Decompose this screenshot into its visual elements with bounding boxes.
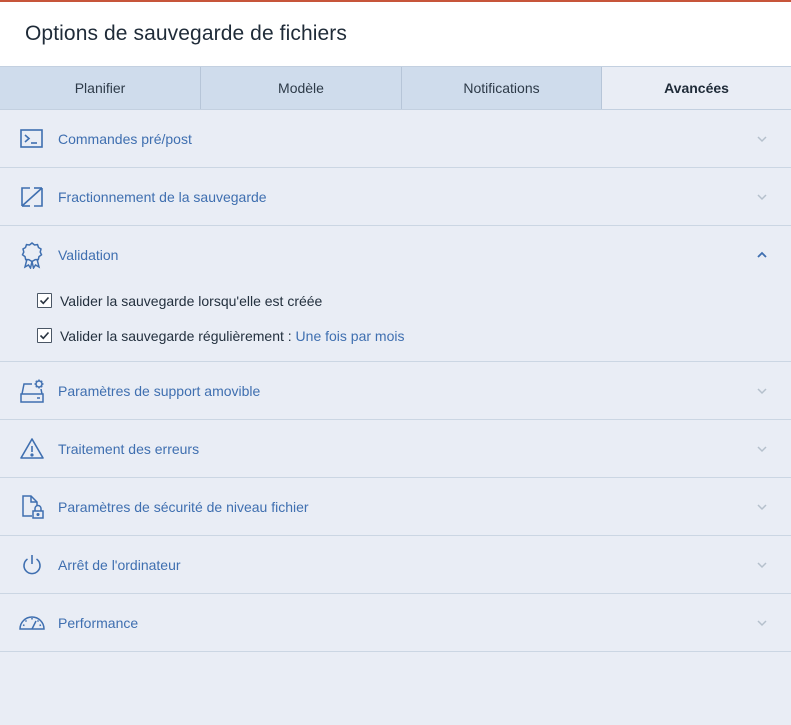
- section-label: Paramètres de support amovible: [58, 383, 261, 399]
- tab-planifier[interactable]: Planifier: [0, 67, 201, 109]
- chevron-down-icon[interactable]: [755, 500, 769, 514]
- validation-options: Valider la sauvegarde lorsqu'elle est cr…: [0, 283, 791, 361]
- page-title: Options de sauvegarde de fichiers: [25, 22, 347, 45]
- removable-drive-icon: [18, 377, 46, 405]
- section-label: Arrêt de l'ordinateur: [58, 557, 181, 573]
- validate-on-create-label: Valider la sauvegarde lorsqu'elle est cr…: [60, 293, 323, 309]
- gauge-icon: [18, 609, 46, 637]
- chevron-up-icon[interactable]: [755, 248, 769, 262]
- section-header-performance[interactable]: Performance: [0, 594, 791, 651]
- validate-on-create-checkbox[interactable]: [37, 293, 52, 308]
- badge-icon: [18, 241, 46, 269]
- section-performance: Performance: [0, 594, 791, 652]
- section-label: Fractionnement de la sauvegarde: [58, 189, 267, 205]
- section-label: Performance: [58, 615, 139, 631]
- tab-notifications[interactable]: Notifications: [402, 67, 602, 109]
- warning-icon: [18, 435, 46, 463]
- chevron-down-icon[interactable]: [755, 442, 769, 456]
- section-backup-splitting: Fractionnement de la sauvegarde: [0, 168, 791, 226]
- section-computer-shutdown: Arrêt de l'ordinateur: [0, 536, 791, 594]
- section-header-removable-media[interactable]: Paramètres de support amovible: [0, 362, 791, 419]
- section-pre-post-commands: Commandes pré/post: [0, 110, 791, 168]
- advanced-options-list: Commandes pré/post Fractionnement de la …: [0, 110, 791, 652]
- section-error-handling: Traitement des erreurs: [0, 420, 791, 478]
- validate-regularly-checkbox[interactable]: [37, 328, 52, 343]
- section-label: Commandes pré/post: [58, 131, 192, 147]
- option-validate-regularly: Valider la sauvegarde régulièrement : Un…: [0, 318, 791, 353]
- chevron-down-icon[interactable]: [755, 190, 769, 204]
- section-label: Traitement des erreurs: [58, 441, 200, 457]
- option-validate-on-create: Valider la sauvegarde lorsqu'elle est cr…: [0, 283, 791, 318]
- section-header-backup-splitting[interactable]: Fractionnement de la sauvegarde: [0, 168, 791, 225]
- section-label: Validation: [58, 247, 119, 263]
- power-icon: [18, 551, 46, 579]
- validate-regularly-text: Valider la sauvegarde régulièrement :: [60, 328, 296, 344]
- validate-regularly-label: Valider la sauvegarde régulièrement : Un…: [60, 328, 404, 344]
- tab-modele[interactable]: Modèle: [201, 67, 402, 109]
- section-header-pre-post-commands[interactable]: Commandes pré/post: [0, 110, 791, 167]
- section-header-error-handling[interactable]: Traitement des erreurs: [0, 420, 791, 477]
- section-removable-media: Paramètres de support amovible: [0, 362, 791, 420]
- section-validation: Validation Valider la sauvegarde lorsqu'…: [0, 226, 791, 362]
- file-lock-icon: [18, 493, 46, 521]
- dialog-header: Options de sauvegarde de fichiers: [0, 2, 791, 66]
- terminal-icon: [18, 125, 46, 153]
- chevron-down-icon[interactable]: [755, 132, 769, 146]
- section-label: Paramètres de sécurité de niveau fichier: [58, 499, 309, 515]
- chevron-down-icon[interactable]: [755, 558, 769, 572]
- section-header-validation[interactable]: Validation: [0, 226, 791, 283]
- split-icon: [18, 183, 46, 211]
- tab-bar: Planifier Modèle Notifications Avancées: [0, 66, 791, 110]
- chevron-down-icon[interactable]: [755, 384, 769, 398]
- section-header-computer-shutdown[interactable]: Arrêt de l'ordinateur: [0, 536, 791, 593]
- section-header-file-security[interactable]: Paramètres de sécurité de niveau fichier: [0, 478, 791, 535]
- tab-avancees[interactable]: Avancées: [602, 67, 791, 109]
- section-file-security: Paramètres de sécurité de niveau fichier: [0, 478, 791, 536]
- chevron-down-icon[interactable]: [755, 616, 769, 630]
- validation-schedule-link[interactable]: Une fois par mois: [296, 328, 405, 344]
